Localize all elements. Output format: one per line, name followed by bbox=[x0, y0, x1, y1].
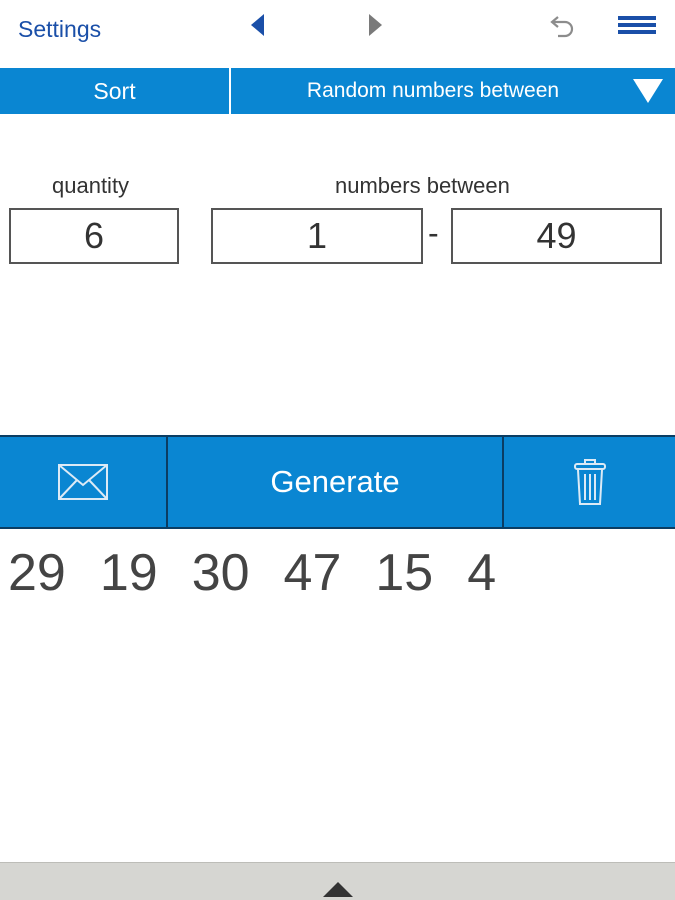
result-number: 4 bbox=[467, 544, 497, 602]
result-number: 19 bbox=[99, 544, 158, 602]
top-navigation-bar: Settings bbox=[0, 0, 675, 68]
sort-button[interactable]: Sort bbox=[0, 68, 231, 114]
triangle-up-icon bbox=[322, 882, 353, 897]
clear-button[interactable] bbox=[504, 437, 675, 527]
menu-button[interactable] bbox=[615, 10, 659, 40]
email-button[interactable] bbox=[0, 437, 168, 527]
action-bar: Generate bbox=[0, 435, 675, 529]
mode-dropdown-label: Random numbers between bbox=[306, 79, 560, 102]
quantity-label: quantity bbox=[52, 173, 130, 198]
range-separator: - bbox=[428, 215, 439, 251]
result-number: 30 bbox=[191, 544, 250, 602]
generate-button[interactable]: Generate bbox=[168, 437, 504, 527]
range-label: numbers between bbox=[335, 173, 510, 198]
previous-button[interactable] bbox=[243, 10, 273, 40]
result-number: 29 bbox=[8, 544, 66, 602]
triangle-right-icon bbox=[369, 14, 382, 36]
menu-icon bbox=[618, 13, 656, 37]
undo-icon bbox=[550, 16, 574, 38]
mail-icon bbox=[58, 464, 108, 500]
undo-button[interactable] bbox=[548, 10, 578, 40]
triangle-left-icon bbox=[251, 14, 264, 36]
next-button[interactable] bbox=[360, 10, 390, 40]
result-number: 15 bbox=[375, 544, 434, 602]
range-to-field[interactable]: 49 bbox=[451, 208, 662, 264]
chevron-down-icon bbox=[633, 79, 663, 103]
mode-dropdown[interactable]: Random numbers between bbox=[231, 68, 675, 114]
bottom-drawer-bar[interactable] bbox=[0, 862, 675, 900]
range-from-field[interactable]: 1 bbox=[211, 208, 423, 264]
result-number: 47 bbox=[283, 544, 342, 602]
quantity-field[interactable]: 6 bbox=[9, 208, 179, 264]
mode-bar: Sort Random numbers between bbox=[0, 68, 675, 114]
results-list: 29 19 30 47 15 4 bbox=[8, 543, 530, 603]
settings-button[interactable]: Settings bbox=[18, 16, 101, 43]
trash-icon bbox=[573, 459, 606, 505]
